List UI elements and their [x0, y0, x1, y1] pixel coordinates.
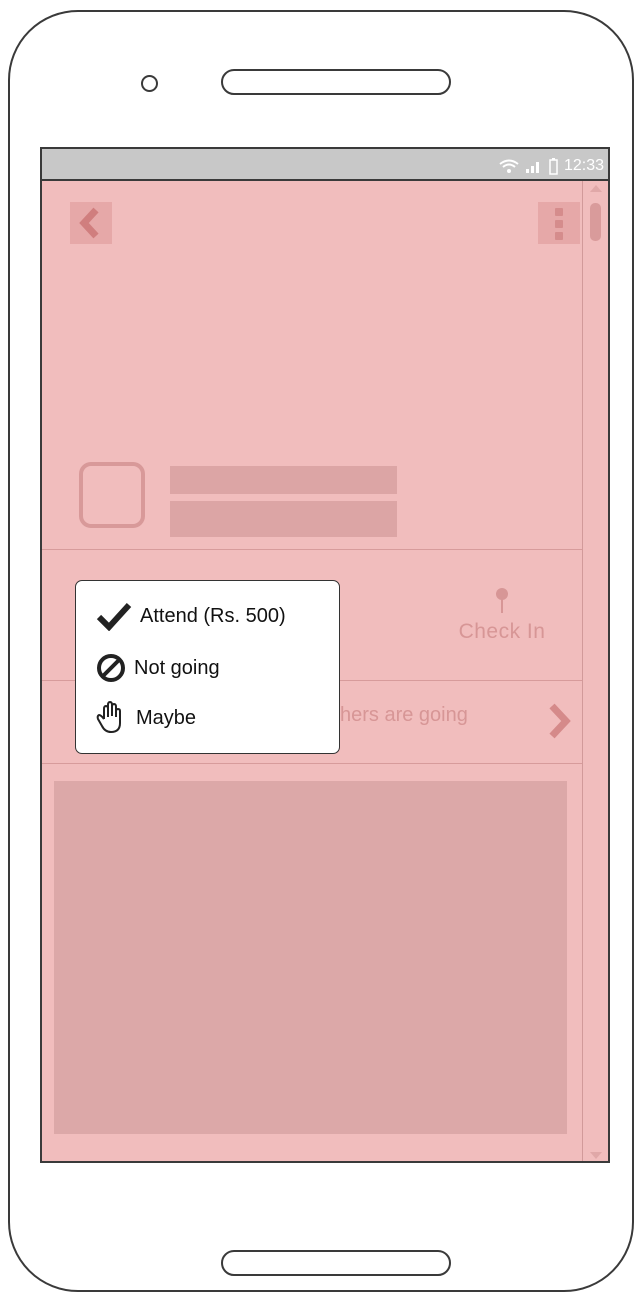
title-placeholder [170, 466, 397, 494]
speaker-grille [221, 69, 451, 95]
rsvp-option-label: Not going [134, 656, 220, 679]
divider [42, 549, 582, 550]
wifi-icon [499, 159, 519, 173]
rsvp-option-maybe[interactable]: Maybe [96, 701, 196, 735]
back-button[interactable] [70, 202, 112, 244]
check-in-button[interactable]: Check In [442, 587, 562, 644]
subtitle-placeholder [170, 501, 397, 537]
divider [42, 763, 582, 764]
chevron-left-icon [79, 207, 99, 239]
battery-icon [549, 157, 558, 175]
scroll-down-arrow[interactable] [590, 1152, 602, 1159]
signal-icon [525, 162, 539, 173]
rsvp-option-label: Attend (Rs. 500) [140, 604, 286, 627]
check-in-label: Check In [458, 620, 546, 643]
scroll-up-arrow[interactable] [590, 185, 602, 192]
rsvp-option-attend[interactable]: Attend (Rs. 500) [96, 601, 286, 631]
checkmark-icon [96, 602, 132, 631]
scrollbar[interactable] [582, 181, 608, 1161]
attendees-label: hers are going [340, 704, 468, 726]
overflow-menu-button[interactable] [538, 202, 580, 244]
prohibited-icon [97, 654, 125, 682]
chevron-right-icon[interactable] [544, 701, 574, 741]
scroll-thumb[interactable] [590, 203, 601, 241]
status-bar: 12:33 [42, 149, 608, 181]
more-vertical-icon [555, 208, 563, 244]
home-button[interactable] [221, 1250, 451, 1276]
rsvp-popup: Attend (Rs. 500) Not going Maybe [75, 580, 340, 754]
rsvp-option-label: Maybe [136, 706, 197, 729]
content-placeholder [54, 781, 567, 1134]
status-time: 12:33 [563, 157, 604, 174]
hand-icon [96, 701, 121, 733]
map-pin-icon [496, 588, 508, 613]
avatar-placeholder [79, 462, 145, 528]
camera-icon [141, 75, 158, 92]
rsvp-option-not-going[interactable]: Not going [96, 653, 220, 683]
